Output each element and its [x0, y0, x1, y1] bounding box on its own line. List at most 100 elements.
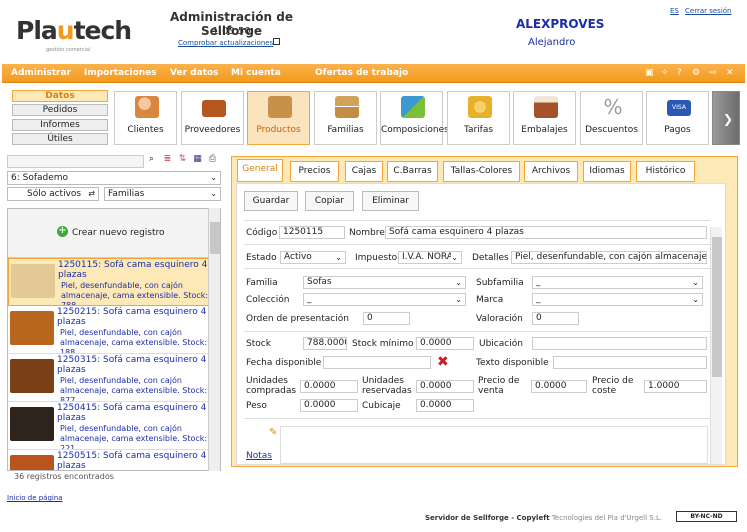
tab-historico[interactable]: Histórico — [636, 161, 695, 182]
export-icon[interactable]: ▦ — [192, 154, 203, 165]
product-list: + Crear nuevo registro 1250115: Sofá cam… — [7, 208, 221, 471]
delete-button[interactable]: Eliminar — [362, 191, 419, 211]
family-select[interactable]: Familias ⌄ — [104, 187, 221, 201]
volume-field[interactable]: 0.0000 — [416, 399, 474, 412]
help-icon[interactable]: ? — [677, 68, 682, 78]
tab-cajas[interactable]: Cajas — [345, 161, 383, 182]
sale-price-field[interactable]: 0.0000 — [531, 380, 587, 393]
list-item[interactable]: 1250415: Sofá cama esquinero 4 plazas Pi… — [8, 402, 210, 450]
code-field[interactable]: 1250115 — [279, 226, 345, 239]
list-item[interactable]: 1250515: Sofá cama esquinero 4 plazas — [8, 450, 210, 470]
save-button[interactable]: Guardar — [244, 191, 298, 211]
location-field[interactable] — [532, 337, 707, 350]
stock-field[interactable]: 788.0000 — [303, 337, 347, 350]
download-icon[interactable] — [273, 38, 280, 45]
tab-utiles[interactable]: Útiles — [12, 133, 108, 145]
page-top-link[interactable]: Inicio de página — [7, 494, 63, 502]
list-item[interactable]: 1250115: Sofá cama esquinero 4 plazas Pi… — [8, 258, 210, 306]
print-icon[interactable]: ⎙ — [207, 154, 218, 165]
image-icon[interactable]: ▣ — [645, 68, 654, 78]
list-scrollbar[interactable] — [208, 208, 220, 471]
new-record-button[interactable]: + Crear nuevo registro — [8, 209, 210, 258]
active-filter-select[interactable]: Sólo activos ⇄ — [7, 187, 99, 201]
check-updates-link[interactable]: Comprobar actualizaciones — [178, 39, 273, 47]
tab-barras[interactable]: C.Barras — [387, 161, 438, 182]
plautech-logo: Plautech gestión comercial — [16, 16, 132, 53]
display-order-field[interactable]: 0 — [363, 312, 410, 325]
tab-idiomas[interactable]: Idiomas — [583, 161, 631, 182]
tab-informes[interactable]: Informes — [12, 119, 108, 131]
display-order-label: Orden de presentación — [246, 314, 349, 324]
license-badge[interactable]: BY-NC-ND — [676, 511, 737, 522]
logout-link[interactable]: Cerrar sesión — [685, 7, 731, 15]
sort-icon[interactable]: ⇅ — [177, 154, 188, 165]
collection-field[interactable]: _ ⌄ — [303, 293, 466, 306]
menu-importaciones[interactable]: Importaciones — [84, 68, 157, 78]
notes-link[interactable]: Notas — [246, 451, 272, 461]
weight-field[interactable]: 0.0000 — [300, 399, 358, 412]
code-label: Código — [246, 228, 278, 238]
toolbar-composiciones[interactable]: Composiciones — [380, 91, 449, 145]
min-stock-field[interactable]: 0.0000 — [416, 337, 474, 350]
menu-ver-datos[interactable]: Ver datos — [170, 68, 219, 78]
tab-tallas-colores[interactable]: Tallas-Colores — [443, 161, 520, 182]
tab-datos[interactable]: Datos — [12, 90, 108, 102]
toolbar-proveedores[interactable]: Proveedores — [181, 91, 244, 145]
toolbar-familias[interactable]: Familias — [314, 91, 377, 145]
search-input[interactable] — [7, 155, 144, 168]
brand-field[interactable]: _ ⌄ — [532, 293, 703, 306]
toolbar-tarifas[interactable]: Tarifas — [447, 91, 510, 145]
menu-administrar[interactable]: Administrar — [11, 68, 71, 78]
details-field[interactable]: Piel, desenfundable, con cajón almacenaj… — [511, 251, 707, 264]
brand-label: Marca — [476, 295, 504, 305]
bought-units-field[interactable]: 0.0000 — [300, 380, 358, 393]
language-link[interactable]: ES — [670, 7, 679, 15]
sofa-thumbnail — [10, 359, 54, 393]
available-text-field[interactable] — [553, 356, 707, 369]
tab-pedidos[interactable]: Pedidos — [12, 104, 108, 116]
swap-icon: ⇄ — [88, 189, 95, 198]
family-field[interactable]: Sofas ⌄ — [303, 276, 466, 289]
status-label: Estado — [246, 253, 277, 263]
tax-select[interactable]: I.V.A. NORA ⌄ — [398, 251, 462, 264]
reserved-units-field[interactable]: 0.0000 — [416, 380, 474, 393]
close-icon[interactable]: ✕ — [726, 68, 734, 78]
sofa-thumbnail — [11, 264, 55, 298]
toolbar-clientes[interactable]: Clientes — [114, 91, 177, 145]
toolbar-productos[interactable]: Productos — [247, 91, 310, 145]
top-menu: Administrar Importaciones Ver datos Mi c… — [2, 64, 745, 83]
volume-label: Cubicaje — [362, 401, 401, 411]
list-icon[interactable]: ≣ — [162, 154, 173, 165]
detail-scrollbar[interactable] — [710, 227, 722, 464]
tab-archivos[interactable]: Archivos — [524, 161, 578, 182]
rating-field[interactable]: 0 — [532, 312, 579, 325]
search-icon[interactable]: ⌕ — [146, 154, 157, 165]
menu-mi-cuenta[interactable]: Mi cuenta — [231, 68, 281, 78]
list-item[interactable]: 1250215: Sofá cama esquinero 4 plazas Pi… — [8, 306, 210, 354]
list-item[interactable]: 1250315: Sofá cama esquinero 4 plazas Pi… — [8, 354, 210, 402]
toolbar-embalajes[interactable]: Embalajes — [513, 91, 576, 145]
copy-button[interactable]: Copiar — [305, 191, 354, 211]
boxes-icon — [335, 96, 359, 118]
bulb-icon[interactable]: ✧ — [661, 68, 669, 78]
chevron-down-icon: ⌄ — [455, 295, 462, 304]
shapes-icon — [401, 96, 425, 118]
tab-precios[interactable]: Precios — [290, 161, 339, 182]
forward-icon[interactable]: ⇨ — [709, 68, 717, 78]
toolbar-scroll-right[interactable]: ❯ — [712, 91, 740, 145]
settings-icon[interactable]: ⚙ — [692, 68, 700, 78]
clear-date-icon[interactable]: ✖ — [437, 354, 449, 370]
notes-textarea[interactable] — [280, 426, 708, 464]
menu-ofertas-trabajo[interactable]: Ofertas de trabajo — [315, 68, 408, 78]
cost-price-field[interactable]: 1.0000 — [644, 380, 707, 393]
name-field[interactable]: Sofá cama esquinero 4 plazas — [385, 226, 707, 239]
sofa-thumbnail — [10, 311, 54, 345]
status-select[interactable]: Activo ⌄ — [280, 251, 346, 264]
company-select[interactable]: 6: Sofademo ⌄ — [7, 171, 221, 185]
available-date-field[interactable] — [323, 356, 431, 369]
subfamily-field[interactable]: _ ⌄ — [532, 276, 703, 289]
toolbar-descuentos[interactable]: % Descuentos — [580, 91, 643, 145]
min-stock-label: Stock mínimo — [352, 339, 414, 349]
tab-general[interactable]: General — [237, 159, 283, 182]
toolbar-pagos[interactable]: VISA Pagos — [646, 91, 709, 145]
